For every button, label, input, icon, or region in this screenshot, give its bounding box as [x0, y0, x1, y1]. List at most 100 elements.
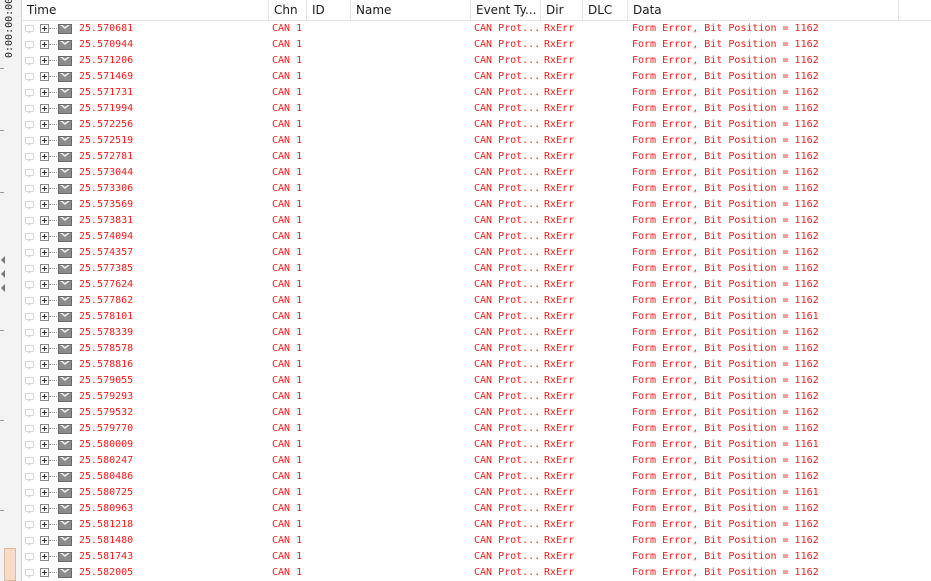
table-row[interactable]: 25.581743 CAN 1 CAN Prot... RxErr Form Error…	[22, 549, 931, 565]
table-row[interactable]: 25.573306 CAN 1 CAN Prot... RxErr Form Error…	[22, 181, 931, 197]
table-row[interactable]: 25.580725 CAN 1 CAN Prot... RxErr Form Error…	[22, 485, 931, 501]
table-row[interactable]: 25.573569 CAN 1 CAN Prot... RxErr Form Error…	[22, 197, 931, 213]
expand-plus-icon[interactable]	[40, 360, 49, 369]
table-row[interactable]: 25.582005 CAN 1 CAN Prot... RxErr Form Error…	[22, 565, 931, 581]
bookmark-icon[interactable]	[25, 313, 34, 322]
bookmark-icon[interactable]	[25, 473, 34, 482]
expand-plus-icon[interactable]	[40, 472, 49, 481]
bookmark-icon[interactable]	[25, 265, 34, 274]
column-header-data[interactable]: Data	[628, 0, 899, 20]
column-header-dir[interactable]: Dir	[541, 0, 583, 20]
expand-plus-icon[interactable]	[40, 152, 49, 161]
bookmark-icon[interactable]	[25, 169, 34, 178]
bookmark-icon[interactable]	[25, 521, 34, 530]
expand-plus-icon[interactable]	[40, 328, 49, 337]
timeline-scroll-thumb[interactable]	[4, 548, 16, 581]
expand-plus-icon[interactable]	[40, 40, 49, 49]
table-row[interactable]: 25.581480 CAN 1 CAN Prot... RxErr Form Error…	[22, 533, 931, 549]
expand-plus-icon[interactable]	[40, 184, 49, 193]
bookmark-icon[interactable]	[25, 297, 34, 306]
expand-plus-icon[interactable]	[40, 552, 49, 561]
expand-plus-icon[interactable]	[40, 392, 49, 401]
expand-plus-icon[interactable]	[40, 296, 49, 305]
expand-plus-icon[interactable]	[40, 56, 49, 65]
table-row[interactable]: 25.571994 CAN 1 CAN Prot... RxErr Form Error…	[22, 101, 931, 117]
table-row[interactable]: 25.577385 CAN 1 CAN Prot... RxErr Form Error…	[22, 261, 931, 277]
bookmark-icon[interactable]	[25, 409, 34, 418]
bookmark-icon[interactable]	[25, 457, 34, 466]
bookmark-icon[interactable]	[25, 553, 34, 562]
expand-plus-icon[interactable]	[40, 424, 49, 433]
table-row[interactable]: 25.577862 CAN 1 CAN Prot... RxErr Form Error…	[22, 293, 931, 309]
table-row[interactable]: 25.571206 CAN 1 CAN Prot... RxErr Form Error…	[22, 53, 931, 69]
table-row[interactable]: 25.570944 CAN 1 CAN Prot... RxErr Form Error…	[22, 37, 931, 53]
table-row[interactable]: 25.570681 CAN 1 CAN Prot... RxErr Form Error…	[22, 21, 931, 37]
table-row[interactable]: 25.580009 CAN 1 CAN Prot... RxErr Form Error…	[22, 437, 931, 453]
expand-plus-icon[interactable]	[40, 568, 49, 577]
bookmark-icon[interactable]	[25, 137, 34, 146]
expand-plus-icon[interactable]	[40, 200, 49, 209]
expand-plus-icon[interactable]	[40, 440, 49, 449]
expand-plus-icon[interactable]	[40, 376, 49, 385]
expand-plus-icon[interactable]	[40, 312, 49, 321]
table-row[interactable]: 25.573044 CAN 1 CAN Prot... RxErr Form Error…	[22, 165, 931, 181]
table-row[interactable]: 25.581218 CAN 1 CAN Prot... RxErr Form Error…	[22, 517, 931, 533]
column-header-event-type[interactable]: Event Ty...	[471, 0, 541, 20]
expand-plus-icon[interactable]	[40, 104, 49, 113]
expand-plus-icon[interactable]	[40, 88, 49, 97]
expand-plus-icon[interactable]	[40, 24, 49, 33]
table-row[interactable]: 25.580963 CAN 1 CAN Prot... RxErr Form Error…	[22, 501, 931, 517]
bookmark-icon[interactable]	[25, 57, 34, 66]
bookmark-icon[interactable]	[25, 89, 34, 98]
bookmark-icon[interactable]	[25, 281, 34, 290]
expand-plus-icon[interactable]	[40, 216, 49, 225]
table-row[interactable]: 25.571731 CAN 1 CAN Prot... RxErr Form Error…	[22, 85, 931, 101]
table-row[interactable]: 25.572519 CAN 1 CAN Prot... RxErr Form Error…	[22, 133, 931, 149]
expand-plus-icon[interactable]	[40, 136, 49, 145]
table-row[interactable]: 25.577624 CAN 1 CAN Prot... RxErr Form Error…	[22, 277, 931, 293]
expand-plus-icon[interactable]	[40, 504, 49, 513]
bookmark-icon[interactable]	[25, 329, 34, 338]
bookmark-icon[interactable]	[25, 25, 34, 34]
timeline-strip[interactable]: 0:00:00:00	[0, 0, 22, 581]
expand-plus-icon[interactable]	[40, 408, 49, 417]
column-header-name[interactable]: Name	[351, 0, 471, 20]
bookmark-icon[interactable]	[25, 153, 34, 162]
expand-plus-icon[interactable]	[40, 72, 49, 81]
column-header-dlc[interactable]: DLC	[583, 0, 628, 20]
bookmark-icon[interactable]	[25, 121, 34, 130]
bookmark-icon[interactable]	[25, 217, 34, 226]
expand-plus-icon[interactable]	[40, 168, 49, 177]
bookmark-icon[interactable]	[25, 537, 34, 546]
table-row[interactable]: 25.573831 CAN 1 CAN Prot... RxErr Form Error…	[22, 213, 931, 229]
expand-plus-icon[interactable]	[40, 520, 49, 529]
expand-plus-icon[interactable]	[40, 120, 49, 129]
table-row[interactable]: 25.574357 CAN 1 CAN Prot... RxErr Form Error…	[22, 245, 931, 261]
column-header-time[interactable]: Time	[22, 0, 269, 20]
expand-plus-icon[interactable]	[40, 232, 49, 241]
expand-plus-icon[interactable]	[40, 264, 49, 273]
table-row[interactable]: 25.578816 CAN 1 CAN Prot... RxErr Form Error…	[22, 357, 931, 373]
bookmark-icon[interactable]	[25, 345, 34, 354]
bookmark-icon[interactable]	[25, 505, 34, 514]
expand-plus-icon[interactable]	[40, 280, 49, 289]
table-row[interactable]: 25.579532 CAN 1 CAN Prot... RxErr Form Error…	[22, 405, 931, 421]
column-header-chn[interactable]: Chn	[269, 0, 307, 20]
expand-plus-icon[interactable]	[40, 344, 49, 353]
bookmark-icon[interactable]	[25, 105, 34, 114]
expand-plus-icon[interactable]	[40, 248, 49, 257]
bookmark-icon[interactable]	[25, 377, 34, 386]
table-row[interactable]: 25.579770 CAN 1 CAN Prot... RxErr Form Error…	[22, 421, 931, 437]
table-row[interactable]: 25.572781 CAN 1 CAN Prot... RxErr Form Error…	[22, 149, 931, 165]
bookmark-icon[interactable]	[25, 489, 34, 498]
expand-plus-icon[interactable]	[40, 488, 49, 497]
table-row[interactable]: 25.578578 CAN 1 CAN Prot... RxErr Form Error…	[22, 341, 931, 357]
table-row[interactable]: 25.571469 CAN 1 CAN Prot... RxErr Form Error…	[22, 69, 931, 85]
table-row[interactable]: 25.578101 CAN 1 CAN Prot... RxErr Form Error…	[22, 309, 931, 325]
table-row[interactable]: 25.578339 CAN 1 CAN Prot... RxErr Form Error…	[22, 325, 931, 341]
table-row[interactable]: 25.580247 CAN 1 CAN Prot... RxErr Form Error…	[22, 453, 931, 469]
bookmark-icon[interactable]	[25, 41, 34, 50]
bookmark-icon[interactable]	[25, 361, 34, 370]
table-row[interactable]: 25.579293 CAN 1 CAN Prot... RxErr Form Error…	[22, 389, 931, 405]
expand-plus-icon[interactable]	[40, 456, 49, 465]
